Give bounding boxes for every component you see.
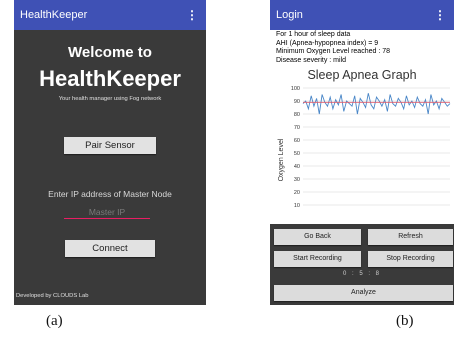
y-tick-label: 10 xyxy=(294,203,300,209)
stats-ahi: AHI (Apnea-hypopnea index) = 9 xyxy=(276,39,379,47)
y-tick-label: 20 xyxy=(294,190,300,196)
connect-button[interactable]: Connect xyxy=(65,240,155,257)
go-back-button[interactable]: Go Back xyxy=(274,229,361,245)
oxygen-level-series xyxy=(302,93,451,115)
chart-title: Sleep Apnea Graph xyxy=(307,68,417,82)
healthkeeper-screen: HealthKeeper ⋮ Welcome to HealthKeeper Y… xyxy=(14,0,206,305)
stats-severity: Disease severity : mild xyxy=(276,56,347,64)
chart-grid xyxy=(303,87,450,206)
master-ip-input[interactable] xyxy=(64,205,150,219)
sleep-apnea-screen: Login ⋮ For 1 hour of sleep data AHI (Ap… xyxy=(270,0,454,305)
sleep-apnea-chart: 10 20 30 40 50 60 70 80 90 100 Oxygen Level xyxy=(278,86,451,209)
y-tick-label: 90 xyxy=(294,99,300,105)
start-recording-button[interactable]: Start Recording xyxy=(274,251,361,267)
app-bar: Login ⋮ xyxy=(270,0,454,30)
y-tick-label: 70 xyxy=(294,125,300,131)
chart-series xyxy=(302,93,451,115)
control-panel: Go Back Refresh Start Recording Stop Rec… xyxy=(270,224,454,305)
stats-duration: For 1 hour of sleep data xyxy=(276,31,351,38)
y-axis-ticks: 10 20 30 40 50 60 70 80 90 100 xyxy=(291,86,300,209)
y-tick-label: 50 xyxy=(294,151,300,157)
analyze-button[interactable]: Analyze xyxy=(274,285,453,301)
y-tick-label: 40 xyxy=(294,164,300,170)
refresh-button[interactable]: Refresh xyxy=(368,229,453,245)
pair-sensor-button[interactable]: Pair Sensor xyxy=(64,137,156,154)
developer-credit: Developed by CLOUDS Lab xyxy=(16,293,89,299)
app-title: HealthKeeper xyxy=(20,9,88,21)
caption-b: (b) xyxy=(396,313,414,329)
brand-title: HealthKeeper xyxy=(39,66,181,91)
app-bar: HealthKeeper ⋮ xyxy=(14,0,206,30)
overflow-menu-icon[interactable]: ⋮ xyxy=(434,0,446,30)
stats-min-oxygen: Minimum Oxygen Level reached : 78 xyxy=(276,48,390,55)
app-title: Login xyxy=(276,9,303,21)
ip-address-label: Enter IP address of Master Node xyxy=(48,189,172,199)
overflow-menu-icon[interactable]: ⋮ xyxy=(186,0,198,30)
y-tick-label: 100 xyxy=(291,86,300,92)
tagline: Your health manager using Fog network xyxy=(58,96,162,102)
stop-recording-button[interactable]: Stop Recording xyxy=(368,251,453,267)
y-tick-label: 80 xyxy=(294,112,300,118)
y-axis-label: Oxygen Level xyxy=(278,138,285,181)
sleep-stats: For 1 hour of sleep data AHI (Apnea-hypo… xyxy=(276,31,390,65)
recording-timer: 0 : 5 : 8 xyxy=(342,271,381,277)
welcome-heading: Welcome to xyxy=(68,44,152,61)
y-tick-label: 30 xyxy=(294,177,300,183)
y-tick-label: 60 xyxy=(294,138,300,144)
caption-a: (a) xyxy=(46,313,63,329)
